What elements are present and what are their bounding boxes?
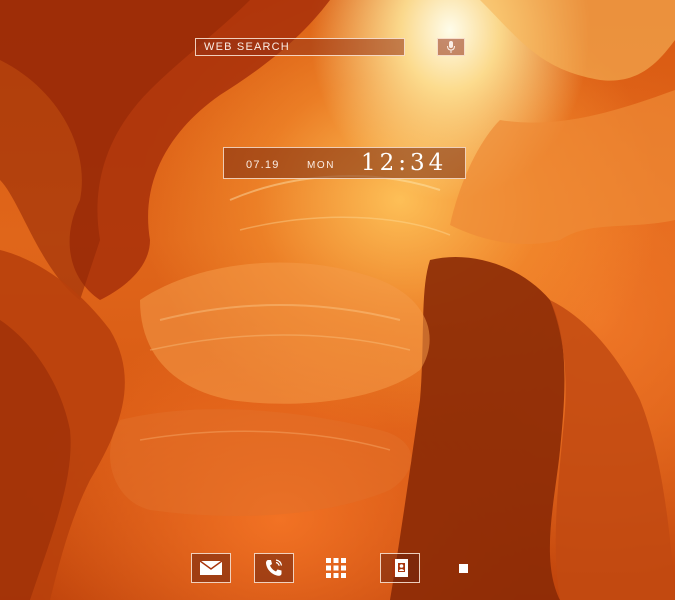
microphone-icon: [447, 41, 455, 53]
clock-widget[interactable]: 07.19 MON 12:34: [223, 147, 466, 179]
wallpaper: [0, 0, 675, 600]
clock-time: 12:34: [361, 150, 448, 176]
mail-icon: [200, 561, 222, 575]
voice-search-button[interactable]: [437, 38, 465, 56]
search-label: WEB SEARCH: [204, 41, 290, 53]
contacts-button[interactable]: [380, 553, 420, 583]
clock-date: 07.19: [246, 159, 280, 171]
home-screen: WEB SEARCH 07.19 MON 12:34: [0, 0, 675, 600]
contacts-book-icon: [392, 559, 408, 577]
app-drawer-button[interactable]: [316, 553, 356, 583]
web-search-bar[interactable]: WEB SEARCH: [195, 38, 405, 56]
mail-button[interactable]: [191, 553, 231, 583]
clock-day: MON: [307, 160, 336, 171]
phone-icon: [266, 559, 283, 576]
page-indicator: [459, 564, 468, 573]
phone-button[interactable]: [254, 553, 294, 583]
apps-grid-icon: [326, 558, 346, 578]
